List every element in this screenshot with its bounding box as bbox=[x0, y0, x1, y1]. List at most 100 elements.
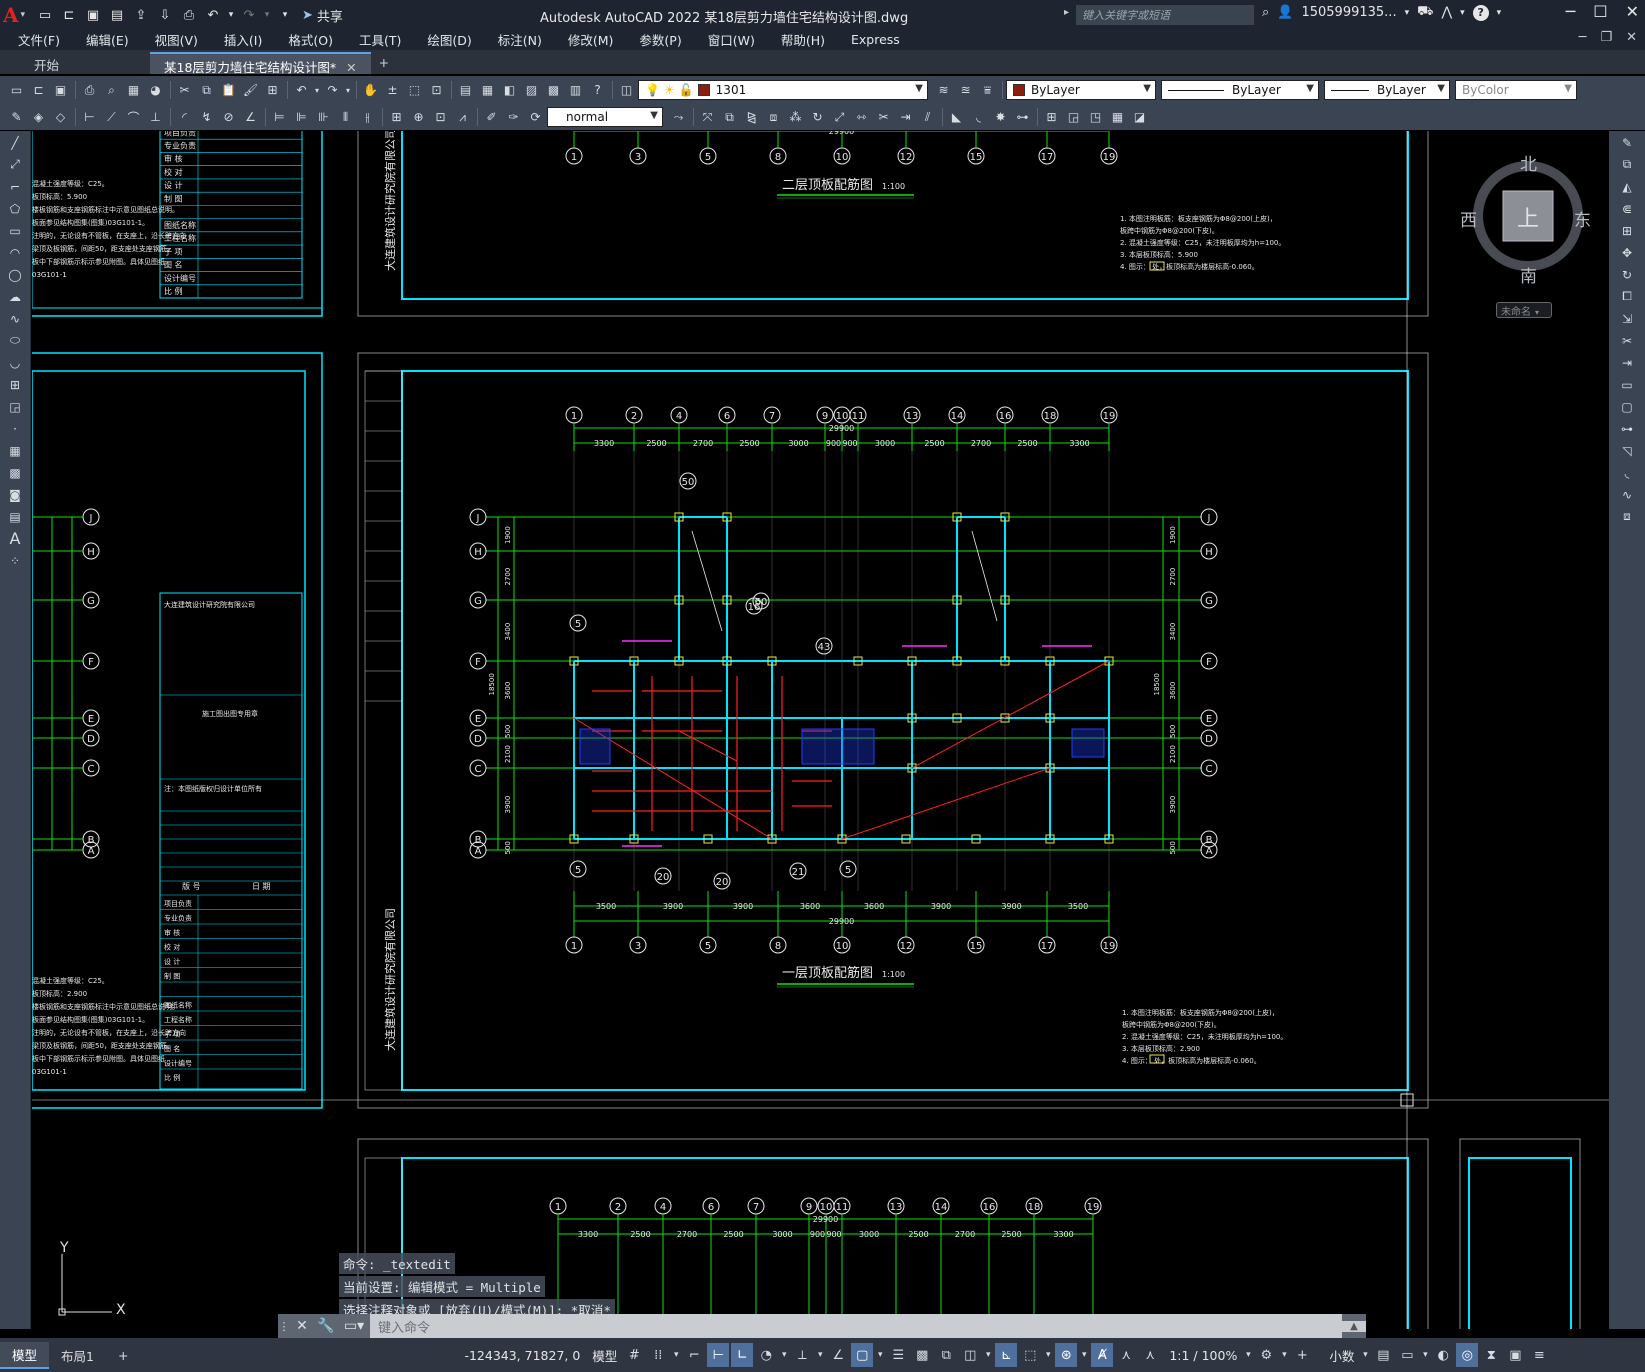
inspection-icon[interactable]: ⊡ bbox=[430, 107, 451, 128]
spline-icon[interactable]: ∿ bbox=[3, 308, 27, 329]
break-icon[interactable]: ⫽ bbox=[917, 107, 938, 128]
gradient-icon[interactable]: ▩ bbox=[3, 462, 27, 483]
close-icon[interactable]: ✕ bbox=[1626, 2, 1639, 21]
stretch-icon[interactable]: ⇲ bbox=[1615, 308, 1639, 329]
isolate-objects-icon[interactable]: ◐ bbox=[1432, 1343, 1454, 1367]
publish-icon[interactable]: ▦ bbox=[123, 80, 144, 101]
web-icon[interactable]: ◕ bbox=[145, 80, 166, 101]
fillet-icon[interactable]: ◟ bbox=[1615, 462, 1639, 483]
gradient-icon[interactable]: ◪ bbox=[1129, 107, 1150, 128]
workspace-icon[interactable]: ⚙ bbox=[1255, 1343, 1277, 1367]
command-input[interactable]: 键入命令 bbox=[370, 1314, 1342, 1338]
menu-file[interactable]: 文件(F) bbox=[18, 30, 60, 49]
add-layout-button[interactable]: + bbox=[106, 1345, 140, 1366]
ellipse-arc-icon[interactable]: ◡ bbox=[3, 352, 27, 373]
clean-screen-icon[interactable]: ▣ bbox=[1504, 1343, 1526, 1367]
minimize-icon[interactable]: ─ bbox=[1566, 2, 1576, 21]
stretch-icon[interactable]: ⇿ bbox=[851, 107, 872, 128]
add-selected-icon[interactable]: ⁘ bbox=[3, 550, 27, 571]
polyline-icon[interactable]: ⌐ bbox=[3, 176, 27, 197]
arc-icon[interactable]: ◠ bbox=[3, 242, 27, 263]
command-customize-icon[interactable]: 🔧 bbox=[314, 1318, 338, 1334]
quick-properties-icon[interactable]: ▤ bbox=[1372, 1343, 1394, 1367]
isodraft-icon[interactable]: ⟂ bbox=[791, 1343, 813, 1367]
offset-icon[interactable]: ⧈ bbox=[763, 107, 784, 128]
undo-icon[interactable]: ↶ bbox=[202, 4, 224, 26]
insert-block-icon[interactable]: ⊞ bbox=[3, 374, 27, 395]
help-dropdown-icon[interactable]: ▾ bbox=[1497, 8, 1502, 18]
redo-dropdown-icon[interactable]: ▾ bbox=[262, 4, 272, 26]
zoom-previous-icon[interactable]: ⊡ bbox=[426, 80, 447, 101]
autodesk-a360-icon[interactable]: ⋀ bbox=[1441, 5, 1452, 20]
coordinates-readout[interactable]: -124343, 71827, 0 bbox=[464, 1348, 580, 1363]
tab-close-icon[interactable]: ✕ bbox=[346, 60, 356, 75]
block-editor-icon[interactable]: ⊞ bbox=[262, 80, 283, 101]
radius-dim-icon[interactable]: ◜ bbox=[174, 107, 195, 128]
workspace-dropdown-icon[interactable]: ▾ bbox=[1279, 1343, 1289, 1367]
command-grip-icon[interactable]: ⋮ bbox=[278, 1320, 290, 1333]
point-icon[interactable]: · bbox=[3, 418, 27, 439]
ucs-dropdown[interactable]: 未命名 ▾ bbox=[1496, 302, 1552, 318]
undo-dropdown-icon[interactable]: ▾ bbox=[226, 4, 236, 26]
user-dropdown-icon[interactable]: ▾ bbox=[1405, 8, 1410, 18]
ellipse-icon[interactable]: ⬭ bbox=[3, 330, 27, 351]
linetype-dropdown[interactable]: ByLayer ▼ bbox=[1161, 80, 1319, 100]
layer-states-icon[interactable]: ⩸ bbox=[977, 80, 998, 101]
menu-edit[interactable]: 编辑(E) bbox=[86, 30, 129, 49]
undo-icon[interactable]: ↶ bbox=[291, 80, 312, 101]
transparency-icon[interactable]: ▩ bbox=[911, 1343, 933, 1367]
make-block-icon[interactable]: ◲ bbox=[3, 396, 27, 417]
trim-icon[interactable]: ✂ bbox=[873, 107, 894, 128]
layer-walk-icon[interactable]: ◇ bbox=[50, 107, 71, 128]
osnap-dropdown-icon[interactable]: ▾ bbox=[875, 1343, 885, 1367]
blend-curves-icon[interactable]: ∿ bbox=[1615, 484, 1639, 505]
save-to-web-icon[interactable]: ⇩ bbox=[154, 4, 176, 26]
search-input[interactable]: 键入关键字或短语 bbox=[1076, 5, 1254, 25]
dynamic-ucs-icon[interactable]: ⊾ bbox=[995, 1343, 1018, 1367]
selection-cycling-icon[interactable]: ⧉ bbox=[935, 1343, 957, 1367]
circle-icon[interactable]: ◯ bbox=[3, 264, 27, 285]
break-at-point-icon[interactable]: ▭ bbox=[1615, 374, 1639, 395]
polygon-icon[interactable]: ⬠ bbox=[3, 198, 27, 219]
quick-dim-icon[interactable]: ⊨ bbox=[269, 107, 290, 128]
undo-drop-icon[interactable]: ▾ bbox=[313, 80, 321, 101]
markup-icon[interactable]: ▩ bbox=[543, 80, 564, 101]
fillet-icon[interactable]: ◟ bbox=[968, 107, 989, 128]
rectangle-icon[interactable]: ▭ bbox=[3, 220, 27, 241]
mirror-icon[interactable]: ⧎ bbox=[741, 107, 762, 128]
layer-properties-icon[interactable]: ◫ bbox=[616, 80, 637, 101]
pan-icon[interactable]: ✋ bbox=[360, 80, 381, 101]
infer-constraints-icon[interactable]: ⌐ bbox=[683, 1343, 705, 1367]
redo-icon[interactable]: ↷ bbox=[322, 80, 343, 101]
3d-osnap-icon[interactable]: ◫ bbox=[959, 1343, 981, 1367]
rotate-icon[interactable]: ↻ bbox=[807, 107, 828, 128]
snap-icon[interactable]: ⁞⁞ bbox=[647, 1343, 669, 1367]
diameter-dim-icon[interactable]: ⊘ bbox=[218, 107, 239, 128]
chamfer-icon[interactable]: ◣ bbox=[946, 107, 967, 128]
layer-dropdown[interactable]: 💡 ☀ 🔓 1301 ▼ bbox=[638, 80, 928, 100]
text-edit-icon[interactable]: ✎ bbox=[6, 107, 27, 128]
units-value[interactable]: 小数 bbox=[1329, 1346, 1354, 1365]
join-icon[interactable]: ⊶ bbox=[1615, 418, 1639, 439]
user-name[interactable]: 1505999135... bbox=[1301, 5, 1396, 20]
lock-ui-icon[interactable]: ▭ bbox=[1396, 1343, 1418, 1367]
break-icon[interactable]: ▢ bbox=[1615, 396, 1639, 417]
color-dropdown[interactable]: ByLayer ▼ bbox=[1006, 80, 1156, 100]
text-style-dropdown[interactable]: normal ▼ bbox=[547, 107, 663, 127]
new-file-icon[interactable]: ▭ bbox=[34, 4, 56, 26]
center-mark-icon[interactable]: ⊕ bbox=[408, 107, 429, 128]
redo-drop-icon[interactable]: ▾ bbox=[344, 80, 352, 101]
gizmo-icon[interactable]: ⊛ bbox=[1055, 1343, 1078, 1367]
polar-dropdown-icon[interactable]: ▾ bbox=[779, 1343, 789, 1367]
chamfer-icon[interactable]: ◹ bbox=[1615, 440, 1639, 461]
dim-update-icon[interactable]: ⟳ bbox=[525, 107, 546, 128]
search-icon[interactable]: ⌕ bbox=[1262, 5, 1269, 20]
hardware-acceleration-icon[interactable]: ◎ bbox=[1456, 1343, 1479, 1367]
tolerance-icon[interactable]: ⊞ bbox=[386, 107, 407, 128]
doc-close-icon[interactable]: ✕ bbox=[1626, 30, 1637, 45]
design-center-icon[interactable]: ▦ bbox=[477, 80, 498, 101]
menu-view[interactable]: 视图(V) bbox=[155, 30, 198, 49]
help-icon[interactable]: ? bbox=[587, 80, 608, 101]
dim-style-icon[interactable]: ⤳ bbox=[668, 107, 689, 128]
array-icon[interactable]: ⁂ bbox=[785, 107, 806, 128]
